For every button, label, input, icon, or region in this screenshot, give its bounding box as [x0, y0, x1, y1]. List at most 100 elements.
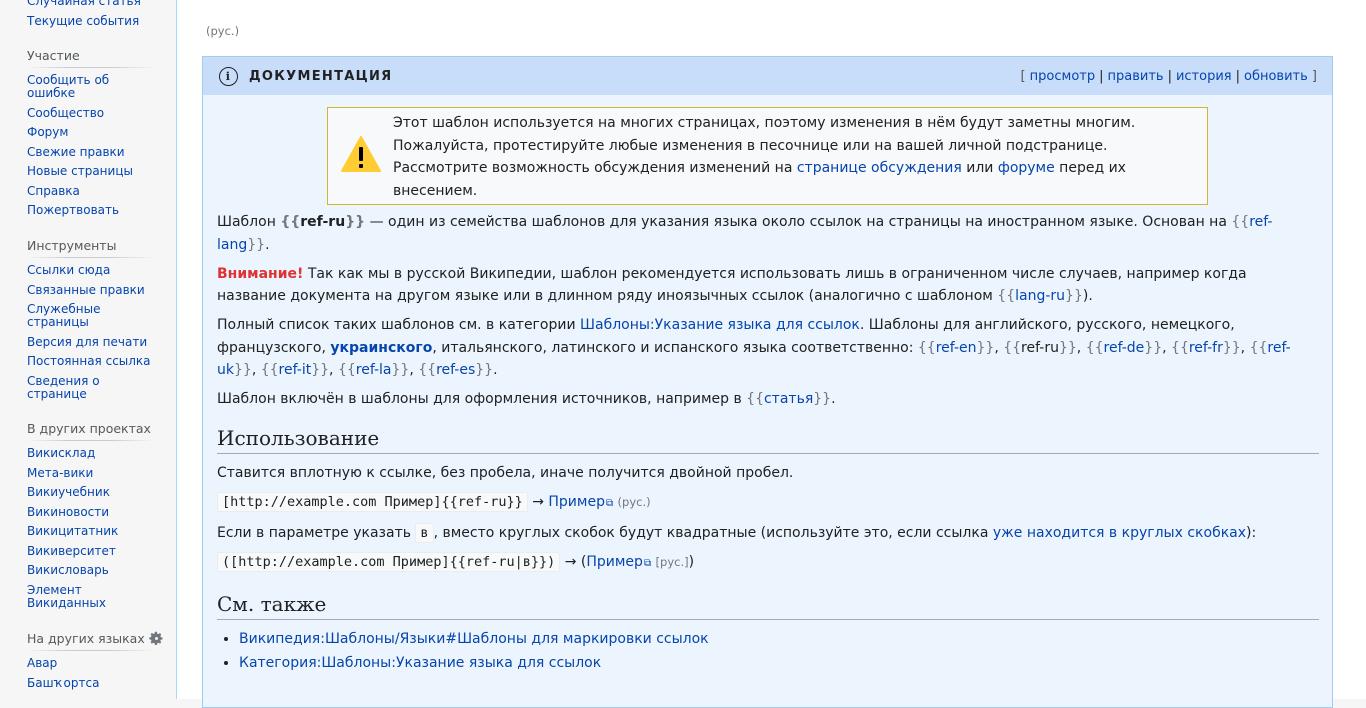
sidebar-item-wikibooks[interactable]: Викиучебник — [27, 485, 110, 499]
talk-page-link[interactable]: странице обсуждения — [797, 160, 962, 176]
brackets-link[interactable]: уже находится в круглых скобках — [993, 525, 1246, 541]
example-link-2[interactable]: Пример⧉ — [586, 554, 651, 570]
usage-example-2: ([http://example.com Пример]{{ref-ru|в}}… — [217, 551, 1319, 576]
intro-paragraph: Шаблон {{ref-ru}} — один из семейства ша… — [217, 214, 1273, 253]
sidebar-item-wiktionary[interactable]: Викисловарь — [27, 563, 109, 577]
sidebar-item-help[interactable]: Справка — [27, 184, 80, 198]
attention-paragraph: Внимание! Так как мы в русской Википедии… — [217, 265, 1247, 305]
external-link-icon: ⧉ — [605, 497, 614, 509]
lang-ru-link[interactable]: lang-ru — [1015, 288, 1065, 304]
attention-label: Внимание! — [217, 265, 304, 282]
sidebar-item-report-error[interactable]: Сообщить об ошибке — [27, 73, 109, 100]
text: , вместо круглых скобок будут квадратные… — [433, 524, 993, 541]
text: , итальянского, латинского и испанского … — [432, 339, 918, 356]
sidebar-heading-languages: На других языках — [27, 631, 163, 651]
sidebar-item-what-links-here[interactable]: Ссылки сюда — [27, 263, 110, 277]
see-also-link-templates[interactable]: Википедия:Шаблоны/Языки#Шаблоны для марк… — [239, 631, 709, 647]
sidebar-heading-participation: Участие — [27, 48, 153, 68]
ref-it-link[interactable]: ref-it — [279, 362, 312, 378]
usage-example-1: [http://example.com Пример]{{ref-ru}} → … — [217, 491, 1319, 516]
text: ). — [1082, 288, 1093, 304]
documentation-header: i ДОКУМЕНТАЦИЯ [ просмотр | править | истори… — [203, 57, 1332, 95]
ref-de-link[interactable]: ref-de — [1104, 340, 1145, 356]
doc-edit-link[interactable]: править — [1108, 69, 1164, 84]
ref-ru-self: ref-ru — [1021, 339, 1059, 356]
warning-icon — [341, 136, 381, 176]
sidebar-item-related-changes[interactable]: Связанные правки — [27, 283, 145, 297]
statya-link[interactable]: статья — [764, 391, 813, 407]
ref-la-link[interactable]: ref-la — [356, 362, 392, 378]
text: ): — [1246, 524, 1257, 541]
sidebar-item-permanent-link[interactable]: Постоянная ссылка — [27, 354, 151, 368]
text: — один из семейства шаблонов для указани… — [365, 214, 1232, 230]
sidebar-item-commons[interactable]: Викисклад — [27, 446, 95, 460]
sidebar-item-meta-wiki[interactable]: Мета-вики — [27, 466, 93, 480]
doc-view-link[interactable]: просмотр — [1030, 69, 1095, 84]
paren: ) — [688, 553, 695, 570]
list-item: Категория:Шаблоны:Указание языка для ссы… — [239, 652, 1319, 675]
documentation-actions: [ просмотр | править | история | обновить ] — [1020, 69, 1317, 84]
text: . — [265, 236, 270, 253]
text: Шаблон — [217, 214, 281, 230]
example-link-1[interactable]: Пример⧉ — [548, 494, 613, 510]
code-example-1: [http://example.com Пример]{{ref-ru}} — [217, 491, 528, 512]
ukrainian-link[interactable]: украинского — [330, 340, 432, 356]
sidebar-heading-tools: Инструменты — [27, 238, 153, 258]
sidebar-item-printable-version[interactable]: Версия для печати — [27, 335, 147, 349]
sidebar-item-special-pages[interactable]: Служебные страницы — [27, 302, 100, 329]
languages-heading-label: На других языках — [27, 631, 145, 646]
main-content: (рус.) i ДОКУМЕНТАЦИЯ [ просмотр | править… — [176, 0, 1366, 708]
top-lang-note: (рус.) — [206, 24, 240, 38]
arrow: → — [532, 493, 544, 510]
included-paragraph: Шаблон включён в шаблоны для оформления … — [217, 391, 836, 407]
sidebar-item-lang-bashkir[interactable]: Башҡортса — [27, 676, 99, 690]
text: . — [831, 391, 836, 407]
text: Полный список таких шаблонов см. в катег… — [217, 317, 581, 333]
sidebar-item-wikidata-item[interactable]: Элемент Викиданных — [27, 583, 106, 610]
text: Шаблон включён в шаблоны для оформления … — [217, 391, 747, 407]
see-also-link-category[interactable]: Категория:Шаблоны:Указание языка для ссы… — [239, 655, 601, 671]
sidebar-item-current-events[interactable]: Текущие события — [27, 14, 139, 28]
sidebar-languages: На других языках Авар Башҡортса — [27, 631, 163, 696]
doc-history-link[interactable]: история — [1176, 69, 1232, 84]
sidebar-item-new-pages[interactable]: Новые страницы — [27, 164, 133, 178]
ref-en-link[interactable]: ref-en — [936, 340, 977, 356]
info-icon: i — [219, 66, 238, 86]
templates-list-paragraph: Полный список таких шаблонов см. в катег… — [217, 317, 1291, 378]
sidebar-item-forum[interactable]: Форум — [27, 125, 68, 139]
sidebar-item-recent-changes[interactable]: Свежие правки — [27, 145, 125, 159]
category-link[interactable]: Шаблоны:Указание языка для ссылок — [580, 317, 860, 333]
lang-marker: [рус.] — [655, 554, 689, 569]
external-link-icon: ⧉ — [643, 557, 652, 569]
separator: | — [1235, 68, 1240, 84]
ref-es-link[interactable]: ref-es — [436, 362, 475, 378]
sidebar-item-community[interactable]: Сообщество — [27, 106, 104, 120]
param-code: в — [415, 522, 434, 543]
separator: | — [1099, 68, 1104, 84]
sidebar-other-projects: В других проектах Викисклад Мета-вики Ви… — [27, 421, 153, 616]
lang-marker: (рус.) — [617, 494, 651, 509]
sidebar-item-donate[interactable]: Пожертвовать — [27, 203, 119, 217]
sidebar-item-page-info[interactable]: Сведения о странице — [27, 374, 100, 401]
high-use-warning: Этот шаблон используется на многих стран… — [327, 107, 1208, 205]
sidebar-heading-projects: В других проектах — [27, 421, 153, 441]
ref-fr-link[interactable]: ref-fr — [1189, 340, 1223, 356]
sidebar-item-wikinews[interactable]: Викиновости — [27, 505, 109, 519]
see-also-list: Википедия:Шаблоны/Языки#Шаблоны для марк… — [217, 628, 1319, 675]
gear-icon[interactable] — [149, 631, 164, 646]
arrow: → — [564, 553, 577, 570]
see-also-heading: См. также — [217, 591, 1319, 620]
template-name-text: ref-ru — [300, 214, 346, 230]
sidebar: Случайная статья Текущие события Участие… — [0, 0, 176, 694]
documentation-body: Шаблон {{ref-ru}} — один из семейства ша… — [217, 211, 1319, 676]
bracket-open: [ — [1020, 68, 1026, 84]
example-link-text: Пример — [548, 493, 605, 510]
sidebar-item-random-article[interactable]: Случайная статья — [27, 0, 141, 8]
code-example-2: ([http://example.com Пример]{{ref-ru|в}}… — [217, 551, 561, 572]
sidebar-item-wikiversity[interactable]: Викиверситет — [27, 544, 116, 558]
doc-purge-link[interactable]: обновить — [1244, 69, 1308, 84]
documentation-title-text: ДОКУМЕНТАЦИЯ — [249, 68, 393, 84]
sidebar-item-lang-avar[interactable]: Авар — [27, 656, 57, 670]
sidebar-item-wikiquote[interactable]: Викицитатник — [27, 524, 118, 538]
forum-link[interactable]: форуме — [998, 160, 1055, 176]
